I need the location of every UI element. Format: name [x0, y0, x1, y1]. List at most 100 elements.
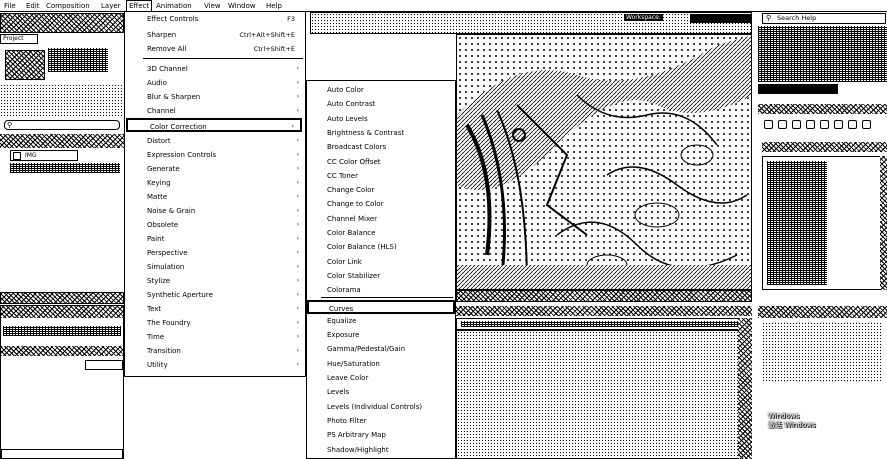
menu-item-stylize[interactable]: Stylize ›	[125, 274, 305, 288]
menu-window[interactable]: Window	[228, 1, 256, 11]
menu-item-obsolete[interactable]: Obsolete ›	[125, 218, 305, 232]
menu-item-distort[interactable]: Distort ›	[125, 134, 305, 148]
paragraph-controls[interactable]	[762, 322, 882, 382]
last-frame-icon[interactable]	[820, 120, 829, 129]
menu-animation[interactable]: Animation	[156, 1, 192, 11]
tab-project[interactable]: Project	[0, 34, 38, 44]
timeline-scrollbar[interactable]	[738, 318, 752, 459]
submenu-arrow-icon: ›	[296, 165, 299, 172]
menu-item-label: 3D Channel	[147, 65, 188, 73]
submenu-item-channel-mixer[interactable]: Channel Mixer	[307, 212, 455, 226]
menu-composition[interactable]: Composition	[46, 1, 90, 11]
menu-item-3d-channel[interactable]: 3D Channel ›	[125, 62, 305, 76]
effects-presets-tab[interactable]	[762, 142, 887, 152]
menu-item-time[interactable]: Time ›	[125, 330, 305, 344]
menu-item-color-correction[interactable]: Color Correction ›	[126, 118, 302, 132]
menu-item-text[interactable]: Text ›	[125, 302, 305, 316]
menu-item-transition[interactable]: Transition ›	[125, 344, 305, 358]
menu-item-noise-grain[interactable]: Noise & Grain ›	[125, 204, 305, 218]
menu-item-channel[interactable]: Channel ›	[125, 104, 305, 118]
menu-file[interactable]: File	[4, 1, 16, 11]
menu-item-utility[interactable]: Utility ›	[125, 358, 305, 372]
submenu-item-equalize[interactable]: Equalize	[307, 314, 455, 328]
submenu-item-ps-arbitrary-map[interactable]: PS Arbitrary Map	[307, 428, 455, 442]
submenu-item-label: Exposure	[327, 331, 360, 340]
submenu-arrow-icon: ›	[296, 193, 299, 200]
ram-preview-icon[interactable]	[862, 120, 871, 129]
composition-viewer[interactable]	[456, 34, 752, 290]
timeline-track-area[interactable]	[456, 330, 752, 459]
effects-presets-list[interactable]	[762, 156, 882, 290]
menu-item-audio[interactable]: Audio ›	[125, 76, 305, 90]
menu-item-remove-all[interactable]: Remove All Ctrl+Shift+E	[125, 42, 305, 56]
submenu-item-change-to-color[interactable]: Change to Color	[307, 197, 455, 211]
menu-item-label: Distort	[147, 137, 171, 145]
submenu-item-levels[interactable]: Levels	[307, 385, 455, 399]
menu-view[interactable]: View	[204, 1, 221, 11]
submenu-item-curves[interactable]: Curves	[307, 299, 455, 314]
menu-item-effect-controls[interactable]: Effect Controls F3	[125, 12, 305, 26]
menu-item-blur-sharpen[interactable]: Blur & Sharpen ›	[125, 90, 305, 104]
menu-item-generate[interactable]: Generate ›	[125, 162, 305, 176]
submenu-item-exposure[interactable]: Exposure	[307, 328, 455, 342]
preview-tab[interactable]	[758, 104, 887, 114]
tools-toolbar[interactable]	[0, 13, 124, 33]
effects-scrollbar[interactable]	[880, 156, 887, 290]
submenu-item-color-balance-hls[interactable]: Color Balance (HLS)	[307, 240, 455, 254]
next-frame-icon[interactable]	[806, 120, 815, 129]
project-item-img[interactable]: IMG	[10, 150, 78, 161]
submenu-item-label: Shadow/Highlight	[327, 445, 389, 454]
play-icon[interactable]	[792, 120, 801, 129]
submenu-item-color-link[interactable]: Color Link	[307, 255, 455, 269]
menu-item-label: Expression Controls	[147, 151, 217, 159]
submenu-item-auto-levels[interactable]: Auto Levels	[307, 112, 455, 126]
paragraph-tab[interactable]	[758, 306, 887, 318]
submenu-item-gamma-pedestal-gain[interactable]: Gamma/Pedestal/Gain	[307, 342, 455, 356]
audio-icon[interactable]	[834, 120, 843, 129]
menu-item-expression-controls[interactable]: Expression Controls ›	[125, 148, 305, 162]
submenu-item-auto-color[interactable]: Auto Color	[307, 83, 455, 97]
project-column-header	[0, 134, 124, 148]
submenu-item-broadcast-colors[interactable]: Broadcast Colors	[307, 140, 455, 154]
menu-item-matte[interactable]: Matte ›	[125, 190, 305, 204]
submenu-item-cc-color-offset[interactable]: CC Color Offset	[307, 155, 455, 169]
timeline-layer-row[interactable]	[85, 360, 123, 370]
menu-item-paint[interactable]: Paint ›	[125, 232, 305, 246]
menu-item-the-foundry[interactable]: The Foundry ›	[125, 316, 305, 330]
menu-item-sharpen[interactable]: Sharpen Ctrl+Alt+Shift+E	[125, 28, 305, 42]
menu-item-perspective[interactable]: Perspective ›	[125, 246, 305, 260]
first-frame-icon[interactable]	[764, 120, 773, 129]
submenu-item-leave-color[interactable]: Leave Color	[307, 371, 455, 385]
prev-frame-icon[interactable]	[778, 120, 787, 129]
submenu-item-levels-individual-controls[interactable]: Levels (Individual Controls)	[307, 400, 455, 414]
menu-item-simulation[interactable]: Simulation ›	[125, 260, 305, 274]
search-help-input[interactable]: ⚲ Search Help	[762, 13, 886, 24]
viewer-controls-bar[interactable]	[456, 290, 752, 302]
menu-edit[interactable]: Edit	[26, 1, 40, 11]
submenu-item-photo-filter[interactable]: Photo Filter	[307, 414, 455, 428]
project-search-input[interactable]: ⚲	[4, 120, 120, 130]
submenu-item-shadow-highlight[interactable]: Shadow/Highlight	[307, 443, 455, 457]
menu-item-keying[interactable]: Keying ›	[125, 176, 305, 190]
project-item-comp[interactable]	[10, 163, 120, 173]
submenu-item-brightness-contrast[interactable]: Brightness & Contrast	[307, 126, 455, 140]
submenu-item-color-stabilizer[interactable]: Color Stabilizer	[307, 269, 455, 283]
submenu-item-change-color[interactable]: Change Color	[307, 183, 455, 197]
workspace-select[interactable]	[690, 14, 752, 23]
project-bottom-controls[interactable]	[0, 292, 124, 304]
loop-icon[interactable]	[848, 120, 857, 129]
submenu-item-color-balance[interactable]: Color Balance	[307, 226, 455, 240]
menu-help[interactable]: Help	[266, 1, 282, 11]
time-ruler[interactable]	[456, 318, 752, 330]
menu-layer[interactable]: Layer	[101, 1, 121, 11]
menu-item-label: Effect Controls	[147, 15, 199, 23]
menu-item-synthetic-aperture[interactable]: Synthetic Aperture ›	[125, 288, 305, 302]
submenu-item-colorama[interactable]: Colorama	[307, 283, 455, 297]
timeline-bottom-bar[interactable]	[1, 449, 123, 459]
submenu-item-auto-contrast[interactable]: Auto Contrast	[307, 97, 455, 111]
submenu-item-cc-toner[interactable]: CC Toner	[307, 169, 455, 183]
submenu-item-hue-saturation[interactable]: Hue/Saturation	[307, 357, 455, 371]
submenu-item-label: Levels	[327, 388, 350, 397]
menu-item-label: Transition	[147, 347, 181, 355]
timeline-tab[interactable]	[1, 306, 123, 318]
